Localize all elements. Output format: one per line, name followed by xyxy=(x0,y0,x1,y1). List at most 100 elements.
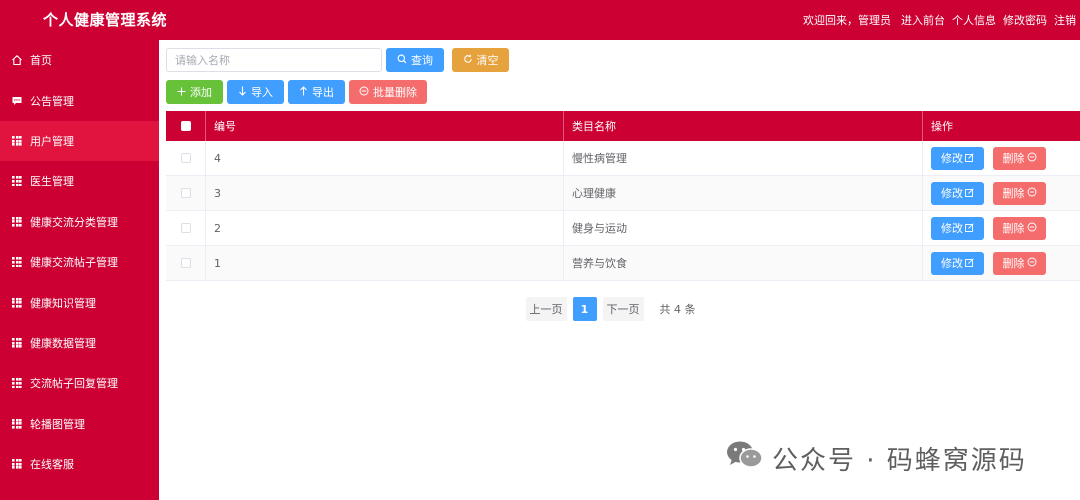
grid-icon xyxy=(11,256,23,268)
delete-button[interactable]: 删除 xyxy=(993,251,1046,275)
row-checkbox[interactable] xyxy=(180,153,191,163)
link-change-password[interactable]: 修改密码 xyxy=(1003,12,1047,28)
main-content: 查询 清空 添加 导入 导出 批量删除 xyxy=(159,40,1080,500)
cell-id: 3 xyxy=(206,176,564,210)
sidebar-item-label: 交流帖子回复管理 xyxy=(30,377,118,391)
sidebar-item-online-service[interactable]: 在线客服 xyxy=(0,444,159,484)
remove-circle-icon xyxy=(1027,187,1037,200)
add-button[interactable]: 添加 xyxy=(166,80,223,104)
delete-button[interactable]: 删除 xyxy=(993,146,1046,170)
grid-icon xyxy=(11,175,23,187)
edit-icon xyxy=(965,222,974,235)
remove-circle-icon xyxy=(1027,222,1037,235)
query-button[interactable]: 查询 xyxy=(386,48,444,72)
edit-button[interactable]: 修改 xyxy=(931,216,984,240)
arrow-down-icon xyxy=(238,86,247,99)
table-row: 3 心理健康 修改 删除 xyxy=(166,176,1080,211)
sidebar-item-label: 首页 xyxy=(30,54,52,68)
sidebar-item-forum-categories[interactable]: 健康交流分类管理 xyxy=(0,202,159,242)
table-row: 2 健身与运动 修改 删除 xyxy=(166,211,1080,246)
wechat-icon xyxy=(726,440,764,477)
sidebar-item-health-knowledge[interactable]: 健康知识管理 xyxy=(0,282,159,322)
sidebar-item-home[interactable]: 首页 xyxy=(0,40,159,80)
sidebar-item-label: 用户管理 xyxy=(30,134,74,148)
total-count: 共 4 条 xyxy=(659,303,696,316)
sidebar-item-users[interactable]: 用户管理 xyxy=(0,120,159,162)
link-frontend[interactable]: 进入前台 xyxy=(901,12,945,28)
header-checkbox-cell xyxy=(166,111,206,141)
remove-circle-icon xyxy=(1027,152,1037,165)
remove-circle-icon xyxy=(359,86,369,99)
clear-button[interactable]: 清空 xyxy=(452,48,509,72)
category-table: 编号 类目名称 操作 4 慢性病管理 修改 删除 3 心理健康 修改 删除 2 … xyxy=(166,111,1080,281)
edit-button[interactable]: 修改 xyxy=(931,146,984,170)
table-row: 1 营养与饮食 修改 删除 xyxy=(166,246,1080,281)
sidebar-item-label: 医生管理 xyxy=(30,175,74,189)
table-header: 编号 类目名称 操作 xyxy=(166,111,1080,141)
plus-icon xyxy=(177,86,186,99)
grid-icon xyxy=(11,377,23,389)
top-bar: 个人健康管理系统 欢迎回来，管理员 进入前台 个人信息 修改密码 注销 xyxy=(0,0,1080,40)
table-row: 4 慢性病管理 修改 删除 xyxy=(166,141,1080,176)
next-page-button[interactable]: 下一页 xyxy=(602,297,644,321)
cell-name: 健身与运动 xyxy=(564,211,923,245)
welcome-text: 欢迎回来，管理员 xyxy=(803,14,891,27)
grid-icon xyxy=(11,216,23,228)
home-icon xyxy=(11,54,23,66)
sidebar-item-label: 在线客服 xyxy=(30,458,74,472)
message-icon xyxy=(11,95,23,107)
sidebar-item-post-replies[interactable]: 交流帖子回复管理 xyxy=(0,363,159,403)
sidebar: 首页 公告管理 用户管理 医生管理 健康交流分类管理 健康交流帖子管理 健康知识… xyxy=(0,40,159,500)
sidebar-item-label: 轮播图管理 xyxy=(30,417,85,431)
sidebar-item-announcements[interactable]: 公告管理 xyxy=(0,80,159,120)
edit-icon xyxy=(965,152,974,165)
row-checkbox[interactable] xyxy=(180,258,191,268)
cell-name: 营养与饮食 xyxy=(564,246,923,280)
batch-delete-button[interactable]: 批量删除 xyxy=(349,80,427,104)
grid-icon xyxy=(11,135,23,147)
delete-button[interactable]: 删除 xyxy=(993,181,1046,205)
watermark: 公众号 · 码蜂窝源码 xyxy=(726,440,1027,477)
page-number-current[interactable]: 1 xyxy=(572,297,597,321)
pagination: 上一页 1 下一页 共 4 条 xyxy=(159,297,1080,321)
prev-page-button[interactable]: 上一页 xyxy=(525,297,567,321)
sidebar-item-label: 健康知识管理 xyxy=(30,296,96,310)
watermark-text: 公众号 · 码蜂窝源码 xyxy=(772,446,1027,476)
cell-name: 慢性病管理 xyxy=(564,141,923,175)
top-nav: 欢迎回来，管理员 进入前台 个人信息 修改密码 注销 xyxy=(803,12,1076,28)
link-profile[interactable]: 个人信息 xyxy=(952,12,996,28)
header-id: 编号 xyxy=(206,111,564,141)
header-ops: 操作 xyxy=(931,120,953,133)
edit-button[interactable]: 修改 xyxy=(931,251,984,275)
edit-button[interactable]: 修改 xyxy=(931,181,984,205)
sidebar-item-label: 公告管理 xyxy=(30,94,74,108)
header-name: 类目名称 xyxy=(564,111,923,141)
grid-icon xyxy=(11,458,23,470)
sidebar-item-forum-posts[interactable]: 健康交流帖子管理 xyxy=(0,242,159,282)
sidebar-item-label: 健康数据管理 xyxy=(30,336,96,350)
import-button[interactable]: 导入 xyxy=(227,80,284,104)
cell-id: 2 xyxy=(206,211,564,245)
cell-name: 心理健康 xyxy=(564,176,923,210)
search-input[interactable] xyxy=(166,48,382,72)
row-checkbox[interactable] xyxy=(180,223,191,233)
cell-id: 4 xyxy=(206,141,564,175)
grid-icon xyxy=(11,337,23,349)
grid-icon xyxy=(11,418,23,430)
link-logout[interactable]: 注销 xyxy=(1054,12,1076,28)
edit-icon xyxy=(965,257,974,270)
sidebar-item-doctors[interactable]: 医生管理 xyxy=(0,161,159,201)
select-all-checkbox[interactable] xyxy=(180,121,191,131)
sidebar-item-health-data[interactable]: 健康数据管理 xyxy=(0,323,159,363)
sidebar-item-label: 健康交流分类管理 xyxy=(30,215,118,229)
delete-button[interactable]: 删除 xyxy=(993,216,1046,240)
arrow-up-icon xyxy=(299,85,308,99)
sidebar-item-carousel[interactable]: 轮播图管理 xyxy=(0,404,159,444)
search-icon xyxy=(397,54,407,67)
app-title: 个人健康管理系统 xyxy=(43,11,168,29)
cell-id: 1 xyxy=(206,246,564,280)
row-checkbox[interactable] xyxy=(180,188,191,198)
refresh-icon xyxy=(463,54,473,67)
export-button[interactable]: 导出 xyxy=(288,80,345,104)
grid-icon xyxy=(11,297,23,309)
